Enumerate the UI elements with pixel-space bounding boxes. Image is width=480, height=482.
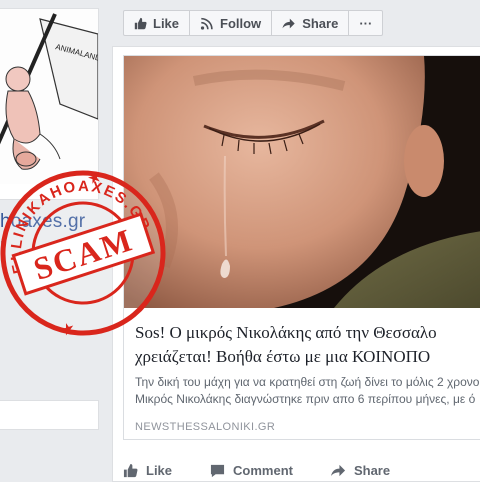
like-post-button[interactable]: Like xyxy=(123,459,172,481)
share-page-button[interactable]: Share xyxy=(271,10,350,36)
scam-stamp-overlay: ELLINIKAHOAXES.GR ★ ★ SCAM xyxy=(0,158,168,340)
description-line-2: Μικρός Νικολάκης διαγνώστηκε πριν απο 6 … xyxy=(135,392,476,406)
follow-label: Follow xyxy=(220,15,262,31)
post-actions-bar: Like Comment Share xyxy=(123,459,390,481)
more-options-button[interactable]: ··· xyxy=(348,10,384,36)
share-page-label: Share xyxy=(302,15,339,31)
comment-label: Comment xyxy=(233,462,293,478)
like-page-label: Like xyxy=(153,15,180,31)
like-post-label: Like xyxy=(146,462,173,478)
more-options-icon: ··· xyxy=(359,15,373,31)
thumbs-up-icon xyxy=(134,17,147,29)
thumbs-up-icon xyxy=(123,463,138,477)
link-headline[interactable]: Sos! Ο μικρός Νικολάκης από την Θεσσαλο … xyxy=(135,321,480,369)
share-post-label: Share xyxy=(353,462,391,478)
link-description: Την δική του μάχη για να κρατηθεί στη ζω… xyxy=(135,374,479,408)
link-domain: NEWSTHESSALONIKI.GR xyxy=(135,421,276,433)
link-preview[interactable]: Sos! Ο μικρός Νικολάκης από την Θεσσαλο … xyxy=(123,55,480,440)
share-arrow-icon xyxy=(282,18,295,28)
description-line-1: Την δική του μάχη για να κρατηθεί στη ζω… xyxy=(135,375,480,389)
page-action-bar: Like Follow Share ··· xyxy=(123,10,384,38)
like-page-button[interactable]: Like xyxy=(123,10,191,36)
left-panel-box xyxy=(0,400,99,430)
follow-rss-icon xyxy=(200,17,213,30)
profile-picture[interactable]: ANIMALANDIKIAL xyxy=(0,9,98,184)
preview-image-crying-boy[interactable] xyxy=(124,56,480,308)
headline-line-1: Sos! Ο μικρός Νικολάκης από την Θεσσαλο xyxy=(135,323,437,342)
comment-button[interactable]: Comment xyxy=(210,459,293,481)
share-post-button[interactable]: Share xyxy=(330,459,391,481)
follow-button[interactable]: Follow xyxy=(189,10,273,36)
share-arrow-icon xyxy=(330,464,346,476)
headline-line-2: χρειάζεται! Βοήθα έστω με μια ΚΟΙΝΟΠΟ xyxy=(135,347,431,366)
comment-bubble-icon xyxy=(210,464,225,477)
